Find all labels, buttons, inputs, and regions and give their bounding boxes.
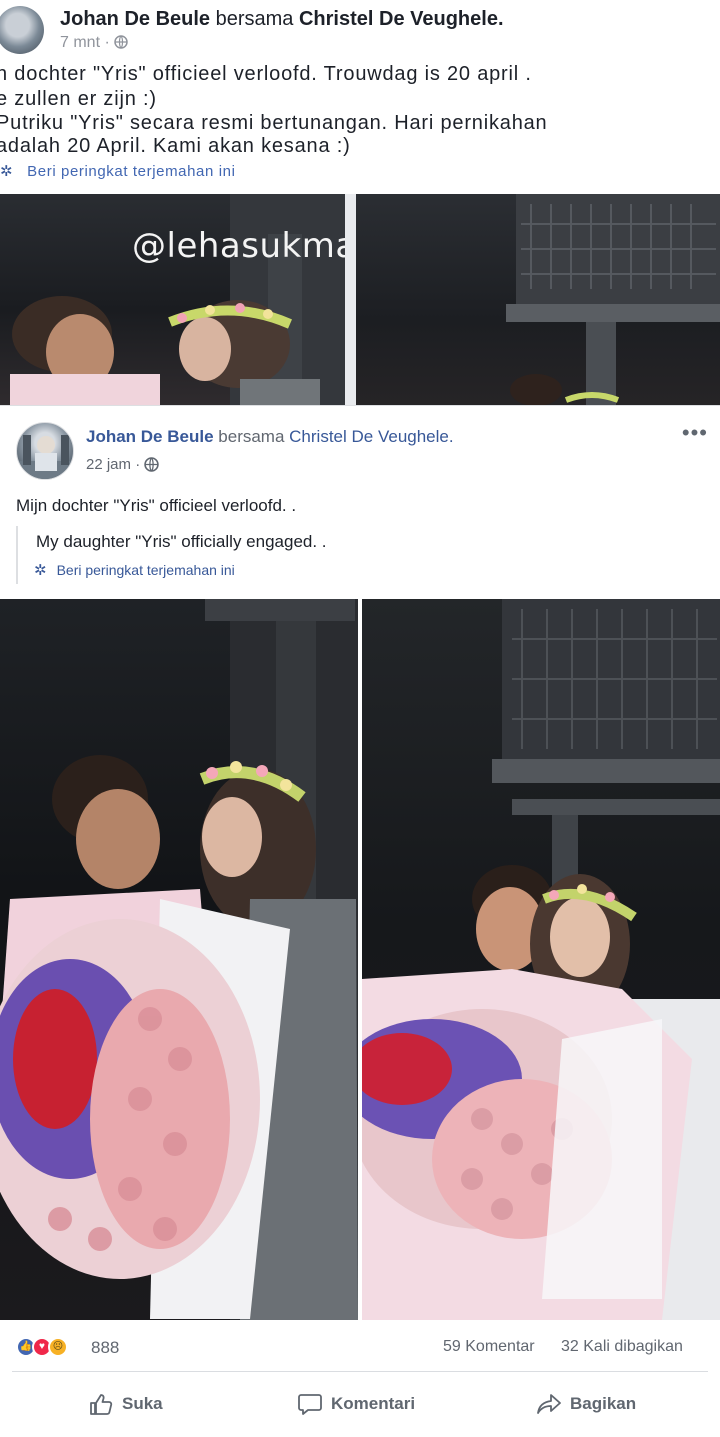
sad-icon: ☹ xyxy=(48,1337,68,1357)
post-text-line: adalah 20 April. Kami akan kesana :) xyxy=(0,135,351,157)
engagement-photo-right[interactable] xyxy=(362,599,720,1320)
author-avatar[interactable] xyxy=(0,6,44,54)
reaction-icons[interactable]: 👍 ♥ ☹ xyxy=(16,1337,86,1359)
rate-translation-link[interactable]: Beri peringkat terjemahan ini xyxy=(57,562,235,578)
post-time[interactable]: 7 mnt xyxy=(60,34,100,51)
building-illustration xyxy=(506,194,720,405)
photo-gap xyxy=(345,194,356,405)
with-word: bersama xyxy=(215,8,294,30)
gear-icon: ✲ xyxy=(0,163,14,180)
crop-photos: @lehasukmawati xyxy=(0,194,720,405)
post-text: Mijn dochter "Yris" officieel verloofd. … xyxy=(16,496,297,515)
globe-icon xyxy=(144,457,160,472)
globe-icon xyxy=(114,35,128,49)
tagged-name[interactable]: Christel De Veughele. xyxy=(299,8,504,30)
avatar-illustration xyxy=(17,435,73,479)
thumbs-up-icon xyxy=(90,1394,113,1415)
share-count[interactable]: 32 Kali dibagikan xyxy=(561,1338,683,1356)
reaction-count[interactable]: 888 xyxy=(91,1338,119,1358)
rate-translation[interactable]: ✲ Beri peringkat terjemahan ini xyxy=(34,561,235,579)
comment-button[interactable]: Komentari xyxy=(297,1392,415,1420)
zoomed-post-crop: Johan De Beule bersama Christel De Veugh… xyxy=(0,0,720,405)
rate-translation-link[interactable]: Beri peringkat terjemahan ini xyxy=(27,163,235,180)
author-name[interactable]: Johan De Beule xyxy=(60,8,210,30)
gear-icon: ✲ xyxy=(34,562,47,579)
divider xyxy=(12,1371,708,1372)
share-label: Bagikan xyxy=(570,1394,637,1413)
post-card: Johan De Beule bersama Christel De Veugh… xyxy=(0,405,720,1437)
share-button[interactable]: Bagikan xyxy=(536,1392,636,1420)
post-text-line: e zullen er zijn :) xyxy=(0,88,157,110)
author-name[interactable]: Johan De Beule xyxy=(86,427,214,446)
photo-right-illustration xyxy=(362,599,720,1320)
action-bar: Suka Komentari Bagikan xyxy=(0,1384,720,1428)
author-avatar[interactable] xyxy=(16,422,74,480)
meta-dot: · xyxy=(104,34,115,51)
more-horizontal-icon[interactable]: ••• xyxy=(682,420,708,446)
post-meta: 22 jam · xyxy=(86,456,160,473)
translated-text: My daughter "Yris" officially engaged. . xyxy=(36,532,327,551)
rate-translation[interactable]: ✲ Beri peringkat terjemahan ini xyxy=(0,162,236,180)
watermark-text: @lehasukmawati xyxy=(132,226,345,266)
post-header: Johan De Beule bersama Christel De Veugh… xyxy=(60,8,504,31)
share-arrow-icon xyxy=(537,1394,561,1414)
post-header: Johan De Beule bersama Christel De Veugh… xyxy=(86,427,454,447)
comment-icon xyxy=(298,1394,322,1415)
translation-block: My daughter "Yris" officially engaged. .… xyxy=(16,526,416,584)
engagement-counts: 👍 ♥ ☹ 888 59 Komentar 32 Kali dibagikan xyxy=(0,1334,720,1362)
post-meta: 7 mnt · xyxy=(60,34,128,52)
meta-dot: · xyxy=(135,456,145,473)
post-text-line: Putriku "Yris" secara resmi bertunangan.… xyxy=(0,112,548,134)
like-label: Suka xyxy=(122,1394,163,1413)
with-word: bersama xyxy=(218,427,285,446)
post-time[interactable]: 22 jam xyxy=(86,456,131,473)
crop-photo-left[interactable]: @lehasukmawati xyxy=(0,194,345,405)
engagement-photo-left[interactable] xyxy=(0,599,358,1320)
photo-left-illustration xyxy=(0,599,358,1320)
crop-photo-right[interactable] xyxy=(356,194,720,405)
comment-count[interactable]: 59 Komentar xyxy=(443,1338,535,1356)
comment-label: Komentari xyxy=(331,1394,416,1413)
photo-grid xyxy=(0,599,720,1320)
post-text-line: n dochter "Yris" officieel verloofd. Tro… xyxy=(0,63,532,85)
like-button[interactable]: Suka xyxy=(88,1392,163,1420)
tagged-name[interactable]: Christel De Veughele. xyxy=(289,427,453,446)
